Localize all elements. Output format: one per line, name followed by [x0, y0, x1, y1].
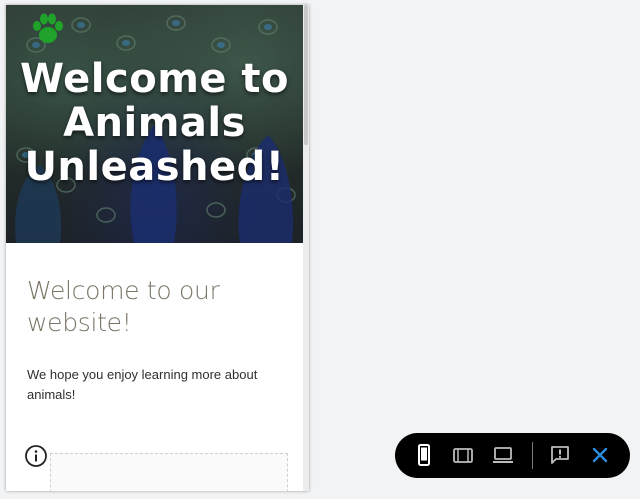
info-icon[interactable]	[24, 444, 48, 468]
toolbar-divider	[532, 442, 533, 469]
close-icon[interactable]	[588, 443, 612, 467]
welcome-text: We hope you enjoy learning more about an…	[27, 367, 258, 402]
desktop-view-icon[interactable]	[491, 443, 515, 467]
scrollbar-thumb[interactable]	[304, 5, 308, 145]
paw-icon	[33, 13, 63, 43]
hero-banner: Welcome to Animals Unleashed!	[6, 5, 303, 243]
mobile-view-icon[interactable]	[412, 443, 436, 467]
tablet-view-icon[interactable]	[451, 443, 475, 467]
welcome-heading: Welcome to our website!	[27, 276, 220, 337]
mobile-preview-frame: Welcome to Animals Unleashed! Welcome to…	[6, 5, 309, 491]
hero-title: Welcome to Animals Unleashed!	[19, 56, 290, 190]
preview-scrollbar[interactable]	[303, 5, 309, 491]
preview-toolbar	[395, 433, 630, 478]
feedback-icon[interactable]	[548, 443, 572, 467]
welcome-section: Welcome to our website! We hope you enjo…	[27, 275, 287, 405]
embed-placeholder	[50, 453, 288, 491]
